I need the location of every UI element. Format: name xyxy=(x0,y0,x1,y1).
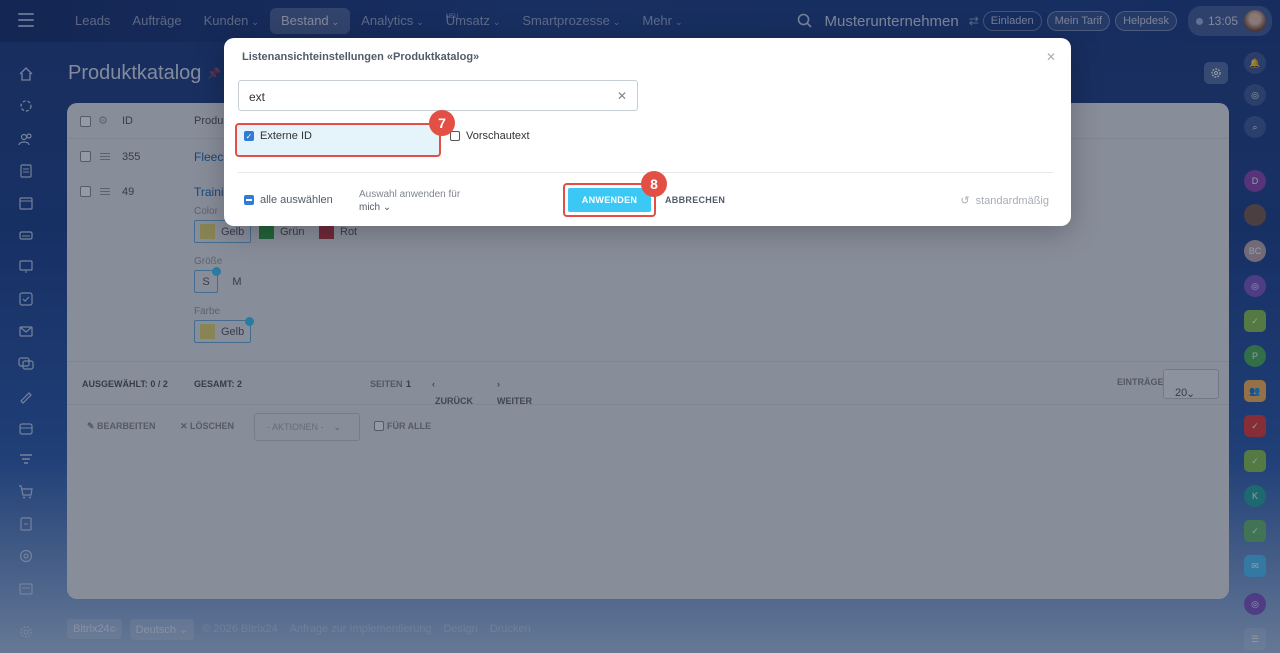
close-icon[interactable]: ✕ xyxy=(1046,50,1056,64)
badge-number: 8 xyxy=(650,176,658,192)
search-value: ext xyxy=(249,90,266,104)
field-option-externe-id[interactable]: ✓ Externe ID xyxy=(244,130,312,142)
badge-number: 7 xyxy=(438,115,446,131)
select-all-label: alle auswählen xyxy=(260,194,333,206)
step-badge-7: 7 xyxy=(429,110,455,136)
field-search-input[interactable]: ext ✕ xyxy=(238,80,638,111)
undo-icon: ↺ xyxy=(960,195,970,207)
apply-for-label: Auswahl anwenden für xyxy=(359,189,461,200)
clear-search-icon[interactable]: ✕ xyxy=(617,89,627,103)
chevron-down-icon: ⌄ xyxy=(382,202,392,213)
cancel-button[interactable]: ABBRECHEN xyxy=(665,195,725,205)
reset-label: standardmäßig xyxy=(975,194,1049,207)
field-label: Externe ID xyxy=(260,130,312,142)
checkbox-checked-icon[interactable]: ✓ xyxy=(244,131,254,141)
reset-default-button[interactable]: ↺ standardmäßig xyxy=(960,194,1049,208)
select-all-toggle[interactable]: alle auswählen xyxy=(244,194,333,206)
apply-for-selector[interactable]: Auswahl anwenden für mich ⌄ xyxy=(359,188,460,214)
dialog-title: Listenansichteinstellungen «Produktkatal… xyxy=(242,51,480,63)
apply-for-value: mich xyxy=(359,202,381,213)
apply-button[interactable]: ANWENDEN xyxy=(568,188,651,212)
step-badge-8: 8 xyxy=(641,171,667,197)
checkbox-unchecked-icon[interactable] xyxy=(450,131,460,141)
field-option-vorschautext[interactable]: Vorschautext xyxy=(450,130,530,142)
select-all-indeterminate-icon xyxy=(244,195,254,205)
list-view-settings-dialog: Listenansichteinstellungen «Produktkatal… xyxy=(224,38,1071,226)
field-label: Vorschautext xyxy=(466,130,530,142)
